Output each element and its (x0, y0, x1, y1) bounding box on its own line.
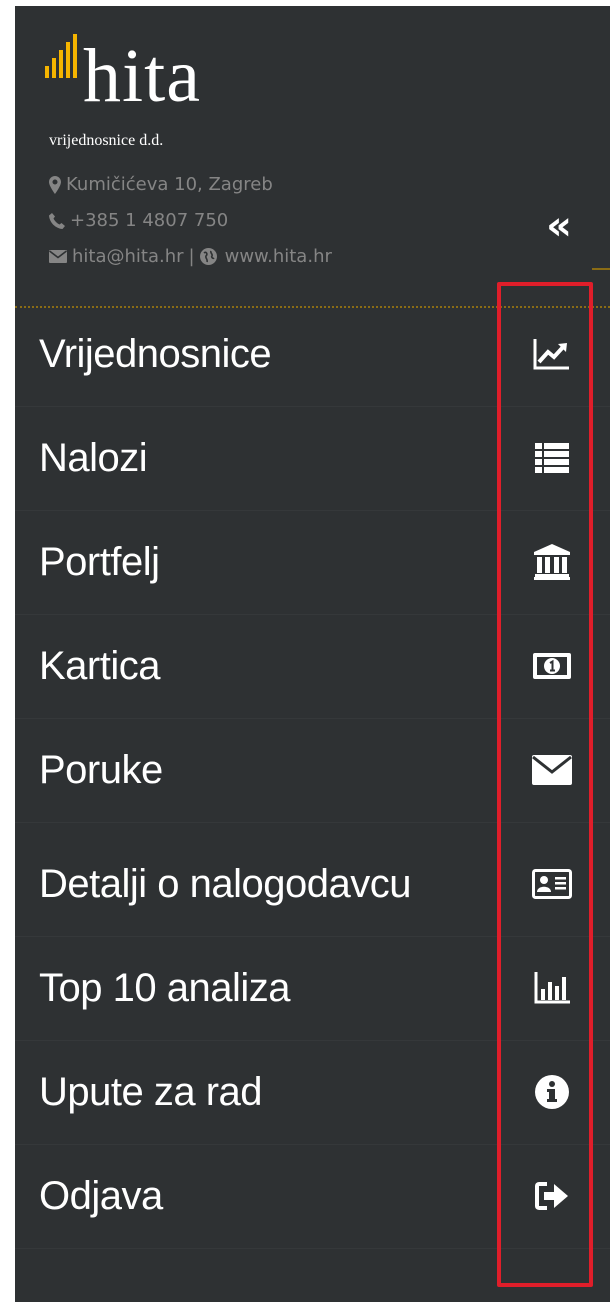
header-accent-line (592, 268, 610, 270)
line-chart-icon (524, 337, 580, 371)
map-marker-icon (49, 175, 61, 194)
globe-icon (199, 248, 217, 265)
menu-item-top-10-analiza[interactable]: Top 10 analiza (15, 936, 610, 1041)
website-link[interactable]: www.hita.hr (225, 246, 332, 267)
collapse-sidebar-button[interactable]: « (539, 206, 579, 246)
menu-item-label: Odjava (39, 1173, 163, 1218)
phone-line: +385 1 4807 750 (49, 210, 228, 231)
menu-item-label: Kartica (39, 643, 161, 688)
money-icon (524, 653, 580, 679)
menu-item-label: Upute za rad (39, 1069, 263, 1114)
sign-out-icon (524, 1181, 580, 1211)
info-circle-icon (524, 1075, 580, 1109)
envelope-icon (524, 755, 580, 785)
menu-item-detalji-o-nalogodavcu[interactable]: Detalji o nalogodavcu (15, 832, 610, 937)
menu-item-label: Nalozi (39, 435, 148, 480)
menu-item-label: Poruke (39, 747, 163, 792)
menu-item-odjava[interactable]: Odjava (15, 1144, 610, 1249)
phone-icon (49, 212, 65, 229)
menu-item-upute-za-rad[interactable]: Upute za rad (15, 1040, 610, 1145)
menu-item-poruke[interactable]: Poruke (15, 718, 610, 823)
address-text: Kumičićeva 10, Zagreb (66, 174, 273, 195)
menu-item-portfelj[interactable]: Portfelj (15, 510, 610, 615)
menu-item-label: Top 10 analiza (39, 965, 290, 1010)
menu-item-vrijednosnice[interactable]: Vrijednosnice (15, 302, 610, 407)
id-card-icon (524, 869, 580, 899)
bar-chart-icon (524, 972, 580, 1004)
sidebar: hita vrijednosnice d.d. Kumičićeva 10, Z… (15, 6, 610, 1302)
menu-item-label: Portfelj (39, 539, 160, 584)
phone-text: +385 1 4807 750 (70, 210, 229, 231)
sidebar-header: hita vrijednosnice d.d. Kumičićeva 10, Z… (15, 6, 610, 282)
email-link[interactable]: hita@hita.hr (72, 246, 184, 267)
menu-item-kartica[interactable]: Kartica (15, 614, 610, 719)
address-line: Kumičićeva 10, Zagreb (49, 174, 273, 195)
menu-item-nalozi[interactable]: Nalozi (15, 406, 610, 511)
list-icon (524, 443, 580, 473)
envelope-small-icon (49, 250, 67, 263)
menu-item-label: Detalji o nalogodavcu (39, 861, 411, 906)
contact-separator: | (188, 246, 195, 267)
logo-wordmark: hita (83, 34, 201, 118)
bank-icon (524, 544, 580, 580)
email-web-line: hita@hita.hr | www.hita.hr (49, 246, 332, 267)
logo-subtitle: vrijednosnice d.d. (49, 132, 164, 149)
menu-item-label: Vrijednosnice (39, 331, 272, 376)
